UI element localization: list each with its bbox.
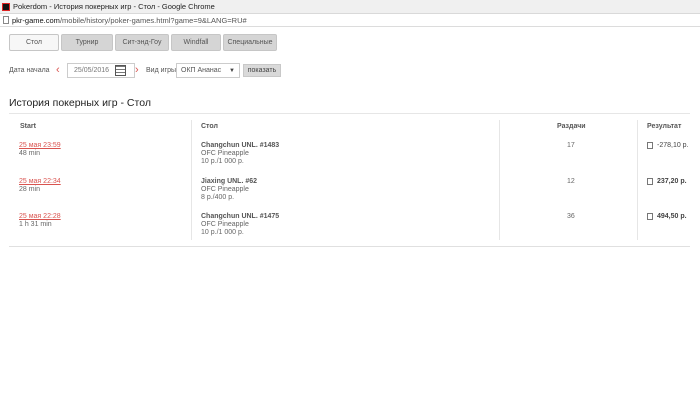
filters-bar: Дата начала ‹ 25/05/2016 › Вид игры ОКП … — [9, 63, 309, 78]
row-hands: 17 — [567, 142, 575, 149]
show-button[interactable]: показать — [243, 64, 281, 77]
row-stakes: 10 p./1 000 p. — [201, 158, 244, 165]
next-date-arrow-icon[interactable]: › — [135, 65, 139, 76]
column-divider — [191, 120, 192, 240]
page-icon — [3, 16, 9, 24]
row-table-name: Jiaxing UNL. #62 — [201, 178, 258, 185]
document-icon — [647, 213, 653, 220]
url-path: /mobile/history/poker-games.html?game=9&… — [59, 15, 247, 25]
url-domain: pkr-game.com — [12, 15, 60, 25]
row-table-name: Changchun UNL. #1475 — [201, 213, 280, 220]
start-date-label: Дата начала — [9, 67, 50, 74]
games-table: Start Стол Раздачи Результат 25 мая 23:5… — [9, 114, 690, 247]
column-divider — [499, 120, 500, 240]
row-result-value: -278,10 p. — [657, 142, 689, 149]
header-start: Start — [20, 123, 36, 130]
tab-sit-and-go[interactable]: Сит-энд-Гоу — [115, 34, 169, 51]
window-titlebar: Pokerdom - История покерных игр - Стол -… — [0, 0, 700, 14]
row-stakes: 10 p./1 000 p. — [201, 229, 244, 236]
tab-tournament[interactable]: Турнир — [61, 34, 113, 51]
row-duration: 28 min — [19, 186, 41, 193]
calendar-icon[interactable] — [115, 65, 126, 76]
row-result[interactable]: 494,50 p. — [647, 213, 687, 220]
game-type-value: ОКП Ананас — [181, 67, 222, 74]
pokerdom-app-icon — [2, 2, 10, 11]
row-duration: 1 h 31 min — [19, 221, 52, 228]
row-hands: 36 — [567, 213, 575, 220]
chevron-down-icon: ▼ — [229, 68, 235, 74]
row-game: OFC Pineapple — [201, 221, 249, 228]
row-result[interactable]: 237,20 p. — [647, 178, 687, 185]
header-result: Результат — [647, 123, 682, 130]
header-hands: Раздачи — [557, 123, 586, 130]
row-stakes: 8 p./400 p. — [201, 194, 235, 201]
tab-special[interactable]: Специальные — [223, 34, 277, 51]
row-result-value: 237,20 p. — [657, 178, 687, 185]
document-icon — [647, 178, 653, 185]
tab-windfall[interactable]: Windfall — [171, 34, 221, 51]
url-text[interactable]: pkr-game.com/mobile/history/poker-games.… — [12, 16, 247, 25]
game-type-tabs: Стол Турнир Сит-энд-Гоу Windfall Специал… — [9, 34, 279, 51]
prev-date-arrow-icon[interactable]: ‹ — [56, 65, 60, 76]
row-game: OFC Pineapple — [201, 186, 249, 193]
row-result[interactable]: -278,10 p. — [647, 142, 689, 149]
tab-table[interactable]: Стол — [9, 34, 59, 51]
row-game: OFC Pineapple — [201, 150, 249, 157]
row-result-value: 494,50 p. — [657, 213, 687, 220]
game-type-select[interactable]: ОКП Ананас ▼ — [176, 63, 240, 78]
row-table-name: Changchun UNL. #1483 — [201, 142, 280, 149]
row-hands: 12 — [567, 178, 575, 185]
row-start-link[interactable]: 25 мая 22:28 — [19, 213, 61, 221]
address-bar[interactable]: pkr-game.com/mobile/history/poker-games.… — [0, 14, 700, 27]
row-start-link[interactable]: 25 мая 22:34 — [19, 178, 61, 186]
header-table: Стол — [201, 123, 218, 130]
row-duration: 48 min — [19, 150, 41, 157]
window-title: Pokerdom - История покерных игр - Стол -… — [13, 2, 215, 11]
page-title: История покерных игр - Стол — [9, 97, 151, 109]
column-divider — [637, 120, 638, 240]
game-type-label: Вид игры — [146, 67, 176, 74]
document-icon — [647, 142, 653, 149]
row-start-link[interactable]: 25 мая 23:59 — [19, 142, 61, 150]
